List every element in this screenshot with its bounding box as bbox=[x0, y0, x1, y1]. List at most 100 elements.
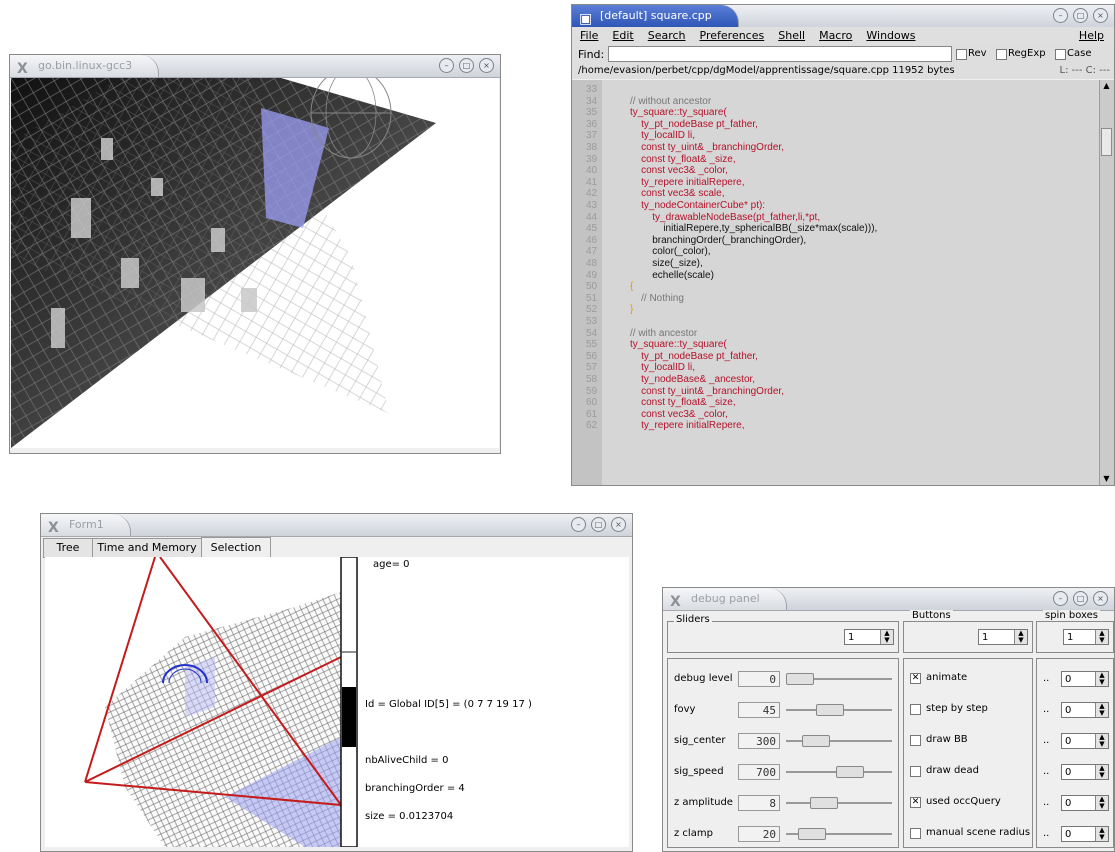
spinbox[interactable]: 0 ▲ ▼ bbox=[1061, 764, 1109, 780]
menu-macro[interactable]: Macro bbox=[819, 29, 852, 42]
option-checkbox[interactable]: ✕ bbox=[910, 797, 921, 808]
slider-handle[interactable] bbox=[810, 797, 838, 809]
debug-titlebar[interactable]: X debug panel – □ × bbox=[663, 588, 1114, 611]
menu-preferences[interactable]: Preferences bbox=[700, 29, 765, 42]
spin-arrows-icon[interactable]: ▲ ▼ bbox=[1095, 630, 1108, 644]
option-checkbox[interactable] bbox=[910, 766, 921, 777]
scroll-thumb[interactable] bbox=[1101, 128, 1112, 156]
minimize-icon[interactable]: – bbox=[571, 517, 586, 532]
spin-arrows-icon[interactable]: ▲ ▼ bbox=[1095, 703, 1108, 717]
line-number: 37 bbox=[586, 130, 598, 142]
find-input[interactable] bbox=[608, 46, 952, 62]
option-checkbox[interactable] bbox=[910, 704, 921, 715]
line-number: 46 bbox=[586, 234, 598, 246]
spin-arrows-icon[interactable]: ▲ ▼ bbox=[1095, 796, 1108, 810]
spinbox-value: 0 bbox=[1065, 798, 1072, 809]
minimize-icon[interactable]: – bbox=[1053, 8, 1068, 23]
spin-arrows-icon[interactable]: ▲ ▼ bbox=[1014, 630, 1027, 644]
close-icon[interactable]: × bbox=[1093, 591, 1108, 606]
maximize-icon[interactable]: □ bbox=[459, 58, 474, 73]
buttons-spinbox[interactable]: 1 ▲ ▼ bbox=[978, 629, 1028, 645]
line-number: 41 bbox=[586, 176, 598, 188]
buttons-spinbox-value: 1 bbox=[982, 632, 989, 643]
menu-edit[interactable]: Edit bbox=[612, 29, 633, 42]
rev-checkbox[interactable] bbox=[956, 49, 967, 60]
code-area[interactable]: 33 34// without ancestor 35 ty_square::ty_s… bbox=[572, 80, 1100, 485]
close-icon[interactable]: × bbox=[479, 58, 494, 73]
info-branching: branchingOrder = 4 bbox=[365, 783, 465, 794]
find-label: Find: bbox=[578, 48, 605, 61]
tab-time-memory[interactable]: Time and Memory bbox=[92, 538, 202, 558]
code-text: size(_size), bbox=[630, 258, 703, 269]
slider-handle[interactable] bbox=[816, 704, 845, 716]
spinbox[interactable]: 0 ▲ ▼ bbox=[1061, 702, 1109, 718]
code-text: initialRepere,ty_sphericalBB(_size*max(s… bbox=[630, 223, 878, 235]
menu-help[interactable]: Help bbox=[1079, 29, 1104, 42]
slider-value-display: 300 bbox=[738, 733, 780, 749]
x-logo-icon: X bbox=[48, 520, 59, 536]
code-text: const vec3& scale, bbox=[630, 188, 725, 200]
close-icon[interactable]: × bbox=[611, 517, 626, 532]
slider-handle[interactable] bbox=[786, 673, 814, 685]
option-label: draw dead bbox=[926, 765, 979, 776]
spin-arrows-icon[interactable]: ▲ ▼ bbox=[1095, 765, 1108, 779]
minimize-icon[interactable]: – bbox=[439, 58, 454, 73]
slider-handle[interactable] bbox=[798, 828, 826, 840]
form-titlebar[interactable]: X Form1 – □ × bbox=[41, 514, 632, 537]
menu-search[interactable]: Search bbox=[648, 29, 686, 42]
line-number: 48 bbox=[586, 258, 598, 269]
case-checkbox[interactable] bbox=[1055, 49, 1066, 60]
sliders-spinbox[interactable]: 1 ▲ ▼ bbox=[844, 629, 894, 645]
maximize-icon[interactable]: □ bbox=[591, 517, 606, 532]
viewer-titlebar[interactable]: X go.bin.linux-gcc3 – □ × bbox=[10, 55, 500, 78]
spin-arrows-icon[interactable]: ▲ ▼ bbox=[1095, 734, 1108, 748]
maximize-icon[interactable]: □ bbox=[1073, 591, 1088, 606]
slider-value-display: 20 bbox=[738, 826, 780, 842]
buttons-panel: ✕ animate step by step draw BB draw dead ✕ use… bbox=[903, 658, 1033, 848]
spin-boxes-spinbox[interactable]: 1 ▲ ▼ bbox=[1063, 629, 1109, 645]
spinbox[interactable]: 0 ▲ ▼ bbox=[1061, 826, 1109, 842]
option-checkbox[interactable]: ✕ bbox=[910, 673, 921, 684]
spin-arrows-icon[interactable]: ▲ ▼ bbox=[1095, 827, 1108, 841]
scroll-down-arrow-icon[interactable]: ▼ bbox=[1101, 474, 1112, 484]
slider-handle[interactable] bbox=[802, 735, 830, 747]
path-row: /home/evasion/perbet/cpp/dgModel/apprent… bbox=[572, 63, 1114, 79]
line-number: 34 bbox=[586, 95, 598, 107]
spinbox[interactable]: 0 ▲ ▼ bbox=[1061, 733, 1109, 749]
slider-label: z clamp bbox=[674, 828, 713, 839]
slider-track[interactable] bbox=[786, 802, 892, 804]
editor-scrollbar[interactable]: ▲ ▼ bbox=[1099, 80, 1114, 485]
spinbox[interactable]: 0 ▲ ▼ bbox=[1061, 795, 1109, 811]
line-number: 56 bbox=[586, 350, 598, 362]
tab-selection[interactable]: Selection bbox=[201, 537, 271, 558]
minimize-icon[interactable]: – bbox=[1053, 591, 1068, 606]
close-icon[interactable]: × bbox=[1093, 8, 1108, 23]
slider-handle[interactable] bbox=[835, 766, 864, 778]
menu-windows[interactable]: Windows bbox=[866, 29, 915, 42]
line-number: 62 bbox=[586, 420, 598, 432]
viewer-title: go.bin.linux-gcc3 bbox=[38, 59, 133, 72]
tab-tree[interactable]: Tree bbox=[43, 538, 93, 558]
form-title: Form1 bbox=[69, 518, 104, 531]
maximize-icon[interactable]: □ bbox=[1073, 8, 1088, 23]
line-number: 43 bbox=[586, 200, 598, 211]
debug-title-tab: X debug panel bbox=[663, 588, 787, 610]
menu-shell[interactable]: Shell bbox=[778, 29, 805, 42]
spinbox[interactable]: 0 ▲ ▼ bbox=[1061, 671, 1109, 687]
line-number: 59 bbox=[586, 385, 598, 397]
code-text: // without ancestor bbox=[630, 95, 712, 107]
scroll-up-arrow-icon[interactable]: ▲ bbox=[1101, 81, 1112, 91]
option-checkbox[interactable] bbox=[910, 735, 921, 746]
tab-tree-label: Tree bbox=[56, 541, 80, 554]
option-checkbox[interactable] bbox=[910, 828, 921, 839]
rev-label: Rev bbox=[968, 48, 987, 59]
regexp-checkbox[interactable] bbox=[996, 49, 1007, 60]
viewer-canvas[interactable] bbox=[11, 78, 499, 448]
selection-canvas[interactable]: age= 0 Id = Global ID[5] = (0 7 7 19 17 … bbox=[45, 557, 629, 847]
option-label: manual scene radius bbox=[926, 827, 1031, 838]
editor-titlebar[interactable]: ▣ [default] square.cpp – □ × bbox=[572, 5, 1114, 28]
spin-arrows-icon[interactable]: ▲ ▼ bbox=[1095, 672, 1108, 686]
spin-arrows-icon[interactable]: ▲ ▼ bbox=[880, 630, 893, 644]
slider-value-display: 700 bbox=[738, 764, 780, 780]
menu-file[interactable]: File bbox=[580, 29, 598, 42]
